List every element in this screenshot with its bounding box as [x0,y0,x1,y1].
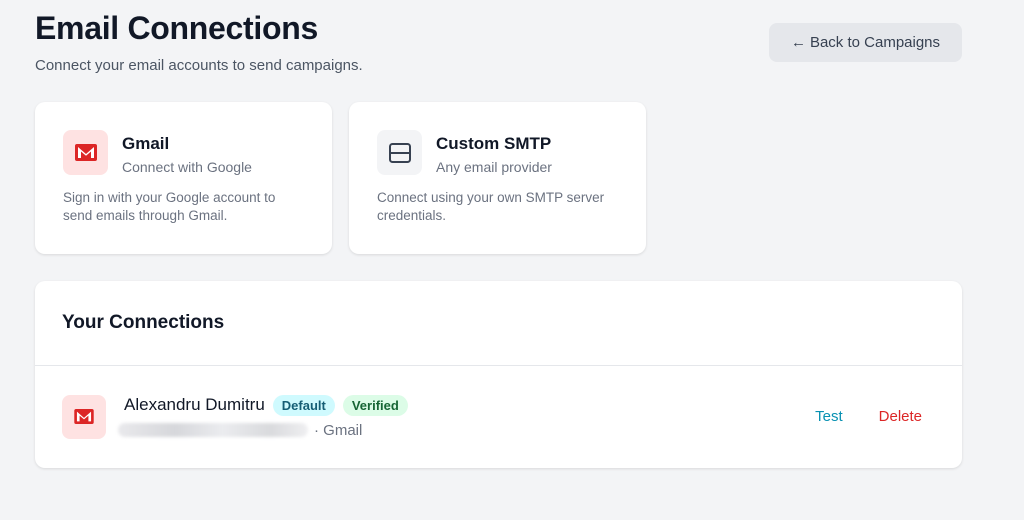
page-title: Email Connections [35,10,318,46]
provider-name: Gmail [122,134,170,153]
smtp-provider-card[interactable]: Custom SMTP Any email provider Connect u… [349,102,646,254]
page-subtitle: Connect your email accounts to send camp… [35,57,363,74]
server-icon [377,130,422,175]
provider-subtitle: Connect with Google [122,159,252,175]
provider-subtitle: Any email provider [436,159,552,175]
redacted-email [118,423,308,437]
connection-provider: · Gmail [314,421,363,439]
gmail-icon [63,130,108,175]
arrow-left-icon: ← [790,34,806,51]
connection-name: Alexandru Dumitru [124,395,265,414]
default-badge: Default [272,394,335,416]
gmail-icon [62,394,106,439]
gmail-provider-card[interactable]: Gmail Connect with Google Sign in with y… [35,102,332,254]
connections-title: Your Connections [62,312,225,333]
verified-badge: Verified [342,394,408,416]
connections-header: Your Connections [35,281,962,366]
delete-connection-button[interactable]: Delete [879,408,922,425]
test-connection-button[interactable]: Test [815,408,843,425]
provider-name: Custom SMTP [436,134,552,153]
connection-row: Alexandru Dumitru Default Verified · Gma… [35,366,962,467]
connections-panel: Your Connections Alexandru Dumitru Defau… [35,281,962,468]
back-to-campaigns-button[interactable]: ← Back to Campaigns [769,23,962,62]
back-button-label: Back to Campaigns [809,34,941,51]
provider-description: Sign in with your Google account to send… [63,190,276,223]
provider-description: Connect using your own SMTP server crede… [377,190,605,223]
